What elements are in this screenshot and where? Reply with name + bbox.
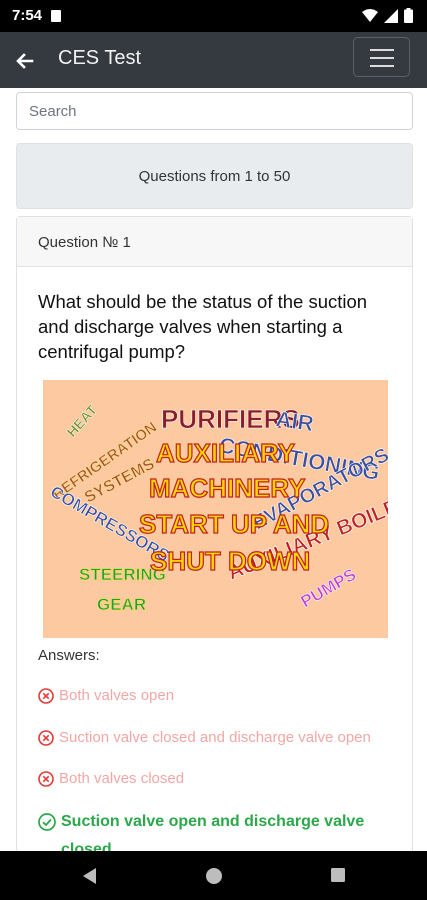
answer-option[interactable]: Both valves open bbox=[38, 687, 398, 704]
page-title: CES Test bbox=[58, 47, 141, 69]
app-bar: CES Test bbox=[0, 32, 427, 88]
check-circle-icon bbox=[38, 813, 56, 831]
battery-icon bbox=[404, 8, 413, 23]
wifi-icon bbox=[362, 8, 378, 22]
answers-label: Answers: bbox=[38, 647, 100, 664]
x-circle-icon bbox=[38, 730, 54, 746]
question-text: What should be the status of the suction… bbox=[38, 291, 368, 362]
system-nav-bar bbox=[0, 851, 427, 900]
word-shut-down: SHUT DOWN bbox=[150, 546, 310, 576]
word-gear: GEAR bbox=[97, 595, 146, 614]
word-machinery: MACHINERY bbox=[149, 473, 305, 503]
word-auxiliary: AUXILIARY bbox=[156, 438, 295, 468]
status-bar: 7:54 bbox=[0, 0, 427, 32]
questions-range[interactable]: Questions from 1 to 50 bbox=[16, 143, 413, 209]
sd-card-icon bbox=[51, 10, 61, 22]
x-circle-icon bbox=[38, 688, 54, 704]
status-icons bbox=[362, 8, 413, 23]
word-air: AIR bbox=[274, 406, 315, 436]
answer-text: Both valves open bbox=[59, 687, 175, 704]
question-number: Question № 1 bbox=[38, 234, 131, 251]
back-arrow-icon[interactable] bbox=[12, 48, 38, 74]
question-header: Question № 1 bbox=[17, 217, 412, 267]
answer-option[interactable]: Both valves closed bbox=[38, 770, 398, 787]
question-card: Question № 1 What should be the status o… bbox=[16, 216, 413, 876]
home-circle-icon[interactable] bbox=[205, 867, 223, 885]
search-input[interactable] bbox=[16, 92, 413, 130]
question-image: PURIFIERS AIR CONDITIONING REFRIGERATION… bbox=[43, 380, 388, 638]
signal-icon bbox=[384, 8, 398, 23]
status-time: 7:54 bbox=[12, 7, 43, 24]
hamburger-icon bbox=[370, 49, 394, 51]
x-circle-icon bbox=[38, 771, 54, 787]
word-start-up: START UP AND bbox=[139, 509, 329, 539]
answer-text: Both valves closed bbox=[59, 770, 185, 787]
questions-range-label: Questions from 1 to 50 bbox=[138, 167, 291, 185]
answer-option[interactable]: Suction valve closed and discharge valve… bbox=[38, 729, 398, 746]
recents-square-icon[interactable] bbox=[330, 867, 346, 883]
answer-text: Suction valve closed and discharge valve… bbox=[59, 729, 371, 746]
menu-button[interactable] bbox=[353, 37, 410, 77]
back-triangle-icon[interactable] bbox=[81, 867, 97, 885]
